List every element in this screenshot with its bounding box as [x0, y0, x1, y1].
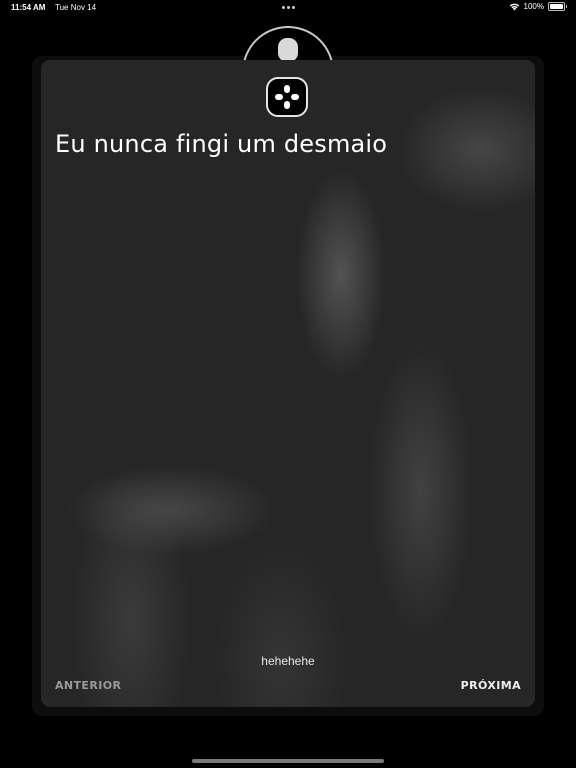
- wifi-icon: [509, 3, 519, 10]
- question-title: Eu nunca fingi um desmaio: [55, 130, 388, 158]
- home-indicator[interactable]: [192, 759, 384, 763]
- status-date: Tue Nov 14: [55, 3, 97, 12]
- previous-button[interactable]: ANTERIOR: [55, 679, 121, 692]
- status-right: 100%: [509, 2, 567, 11]
- app-screen: 11:54 AM Tue Nov 14 100% Eu nunca fingi …: [0, 0, 576, 768]
- status-bar: 11:54 AM Tue Nov 14 100%: [0, 0, 576, 16]
- battery-percent: 100%: [523, 2, 544, 11]
- dpad-icon: [266, 77, 308, 117]
- battery-level: [550, 4, 563, 9]
- status-time: 11:54 AM: [11, 3, 46, 12]
- battery-icon: [548, 2, 567, 11]
- question-note: hehehehe: [261, 654, 315, 668]
- question-card[interactable]: Eu nunca fingi um desmaio hehehehe ANTER…: [41, 60, 535, 707]
- sheet-handle-knob[interactable]: [278, 38, 298, 62]
- next-button[interactable]: PRÓXIMA: [461, 679, 521, 692]
- multitasking-dots-icon[interactable]: [282, 6, 295, 9]
